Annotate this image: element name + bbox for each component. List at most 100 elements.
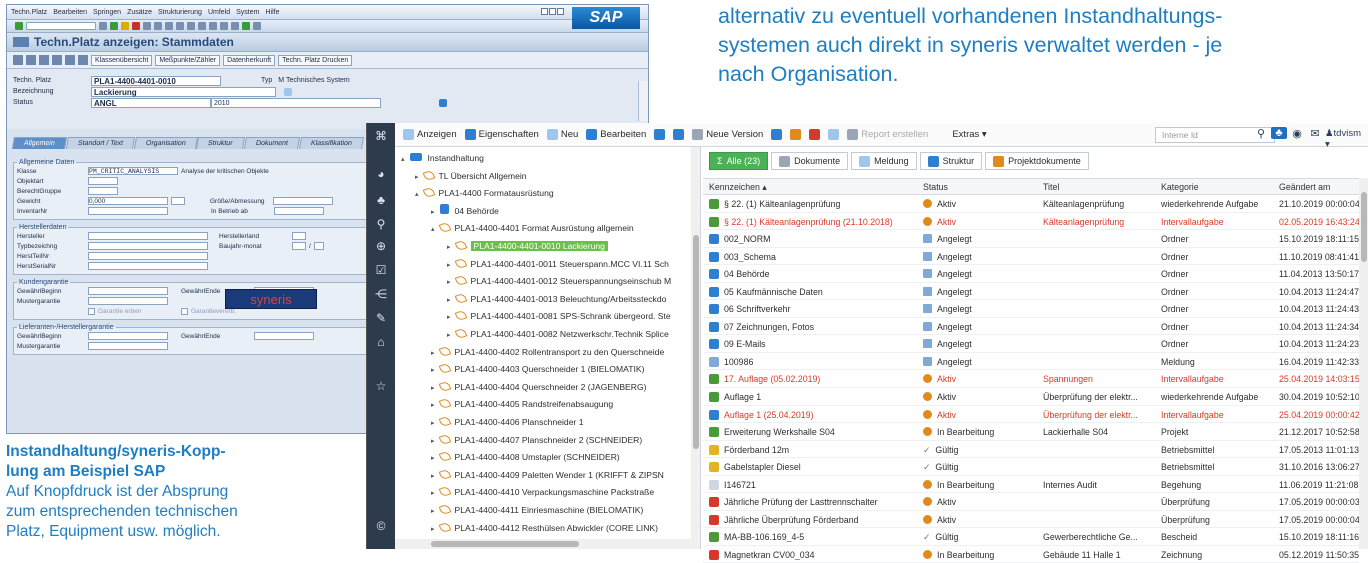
bezeichnung-field[interactable]: Lackierung [91,86,276,97]
expand-toggle-icon[interactable]: ▸ [431,438,435,445]
status-field[interactable]: ANGL [91,97,211,108]
inventar-field[interactable] [88,207,168,215]
table-row[interactable]: Förderband 12m ✓ Gültig Betriebsmittel 17.05… [703,441,1359,459]
close-icon[interactable] [557,8,564,15]
klasse-field[interactable]: PM_CRITIC_ANALYSIS [88,167,178,175]
share-icon[interactable]: ⋲ [374,287,388,301]
lgw-beginn-field[interactable] [88,332,168,340]
print-button[interactable]: Techn. Platz Drucken [278,54,353,66]
expand-toggle-icon[interactable]: ▸ [431,209,435,216]
print-icon[interactable] [143,22,151,30]
tab-projektdokumente[interactable]: Projektdokumente [985,152,1089,170]
table-row[interactable]: 06 Schriftverkehr Angelegt Ordner 10.04.201… [703,300,1359,318]
search-icon[interactable]: ⚲ [374,217,388,231]
expand-toggle-icon[interactable]: ▸ [447,314,451,321]
scroll-thumb[interactable] [693,235,699,449]
layout-icon[interactable] [253,22,261,30]
extras-menu[interactable]: Extras ▾ [952,129,986,140]
training-icon[interactable]: ⌂ [374,335,388,349]
hersteller-field[interactable] [88,232,208,240]
cancel-icon[interactable] [132,22,140,30]
objektart-field[interactable] [88,177,118,185]
berechtigung-field[interactable] [88,187,118,195]
menu-item[interactable]: Bearbeiten [53,9,87,16]
command-field-icon[interactable] [26,22,96,30]
sap-header-scrollbar[interactable] [638,81,648,121]
teilnr-field[interactable] [88,252,208,260]
expand-toggle-icon[interactable]: ▴ [415,191,419,198]
table-row[interactable]: Erweiterung Werkshalle S04 In Bearbeitung… [703,423,1359,441]
tab-dokumente[interactable]: Dokumente [771,152,849,170]
table-row[interactable]: § 22. (1) Kälteanlagenprüfung (21.10.201… [703,213,1359,231]
expand-toggle-icon[interactable]: ▸ [431,420,435,427]
expand-toggle-icon[interactable]: ▸ [431,526,435,533]
exit-icon[interactable] [121,22,129,30]
tree-icon[interactable]: ♣ [374,193,388,207]
expand-toggle-icon[interactable]: ▸ [431,367,435,374]
tree-vertical-scrollbar[interactable] [691,147,700,549]
table-row[interactable]: Auflage 1 (25.04.2019) Aktiv Überprüfung d… [703,406,1359,424]
column-header-status[interactable]: Status [923,182,948,192]
groesse-field[interactable] [273,197,333,205]
menu-item[interactable]: System [236,9,259,16]
longtext-icon[interactable] [284,87,292,96]
tab-dokument[interactable]: Dokument [243,137,300,149]
serialnr-field[interactable] [88,262,208,270]
tab-organisation[interactable]: Organisation [133,137,198,149]
neu-button[interactable]: Neu [546,129,578,140]
structure-button[interactable] [673,129,685,140]
syneris-link-button[interactable]: syneris [225,289,317,309]
tab-klassifikation[interactable]: Klassifikation [298,137,364,149]
table-row[interactable]: § 22. (1) Kälteanlagenprüfung Aktiv Kältea… [703,195,1359,213]
find-next-icon[interactable] [165,22,173,30]
scroll-thumb[interactable] [431,541,579,547]
tab-struktur[interactable]: Struktur [196,137,246,149]
copy-icon[interactable] [39,55,49,65]
menu-item[interactable]: Springen [93,9,121,16]
table-row[interactable]: Magnetkran CV00_034 In Bearbeitung Gebäude… [703,546,1359,563]
expand-toggle-icon[interactable]: ▴ [431,226,435,233]
menu-item[interactable]: Umfeld [208,9,230,16]
checklist-icon[interactable]: ☑ [374,263,388,277]
expand-toggle-icon[interactable]: ▴ [401,156,405,163]
garantievererb-checkbox[interactable] [181,307,188,315]
bearbeiten-button[interactable]: Bearbeiten [586,129,646,140]
scroll-thumb[interactable] [1361,192,1367,262]
menu-item[interactable]: Strukturierung [158,9,202,16]
table-row[interactable]: 09 E-Mails Angelegt Ordner 10.04.2013 11:24… [703,335,1359,353]
link-button[interactable] [828,129,840,140]
column-header-kategorie[interactable]: Kategorie [1161,182,1199,192]
tab-meldung[interactable]: Meldung [851,152,917,170]
column-header-kennzeichen[interactable]: Kennzeichen ▴ [709,182,767,193]
table-row[interactable]: 04 Behörde Angelegt Ordner 11.04.2013 13:50… [703,265,1359,283]
expand-toggle-icon[interactable]: ▸ [431,508,435,515]
eye-icon[interactable]: ◉ [1289,127,1305,140]
tab-alle[interactable]: Σ Alle (23) [709,152,769,170]
tab-allgemein[interactable]: Allgemein [11,137,67,149]
search-icon[interactable]: ⚲ [1253,127,1269,140]
baumonat-field[interactable] [313,242,324,250]
info-icon[interactable] [26,55,36,65]
expand-toggle-icon[interactable]: ▸ [447,332,451,339]
delete-button[interactable] [809,129,821,140]
expand-toggle-icon[interactable]: ▸ [447,244,451,251]
save-icon[interactable] [99,22,107,30]
gewicht-unit-field[interactable] [171,197,185,205]
expand-toggle-icon[interactable]: ▸ [447,297,451,304]
baujahr-field[interactable] [292,242,306,250]
eigenschaften-button[interactable]: Eigenschaften [464,129,539,140]
last-page-icon[interactable] [209,22,217,30]
table-row[interactable]: I146721 In Bearbeitung Internes Audit Begeh… [703,476,1359,494]
hierarchy-icon[interactable]: ♣ [1271,127,1287,139]
expand-toggle-icon[interactable]: ▸ [431,402,435,409]
table-row[interactable]: 05 Kaufmännische Daten Angelegt Ordner 10.0… [703,283,1359,301]
typ-field[interactable] [88,242,208,250]
menu-item[interactable]: Zusätze [127,9,152,16]
minimize-icon[interactable] [541,8,548,15]
enter-icon[interactable] [15,22,23,30]
expand-toggle-icon[interactable]: ▸ [431,473,435,480]
collapse-icon[interactable]: ⌘ [374,129,388,143]
zoom-search-icon[interactable]: ⊕ [374,239,388,253]
gw-beginn-field[interactable] [88,287,168,295]
edit-icon[interactable]: ✎ [374,311,388,325]
